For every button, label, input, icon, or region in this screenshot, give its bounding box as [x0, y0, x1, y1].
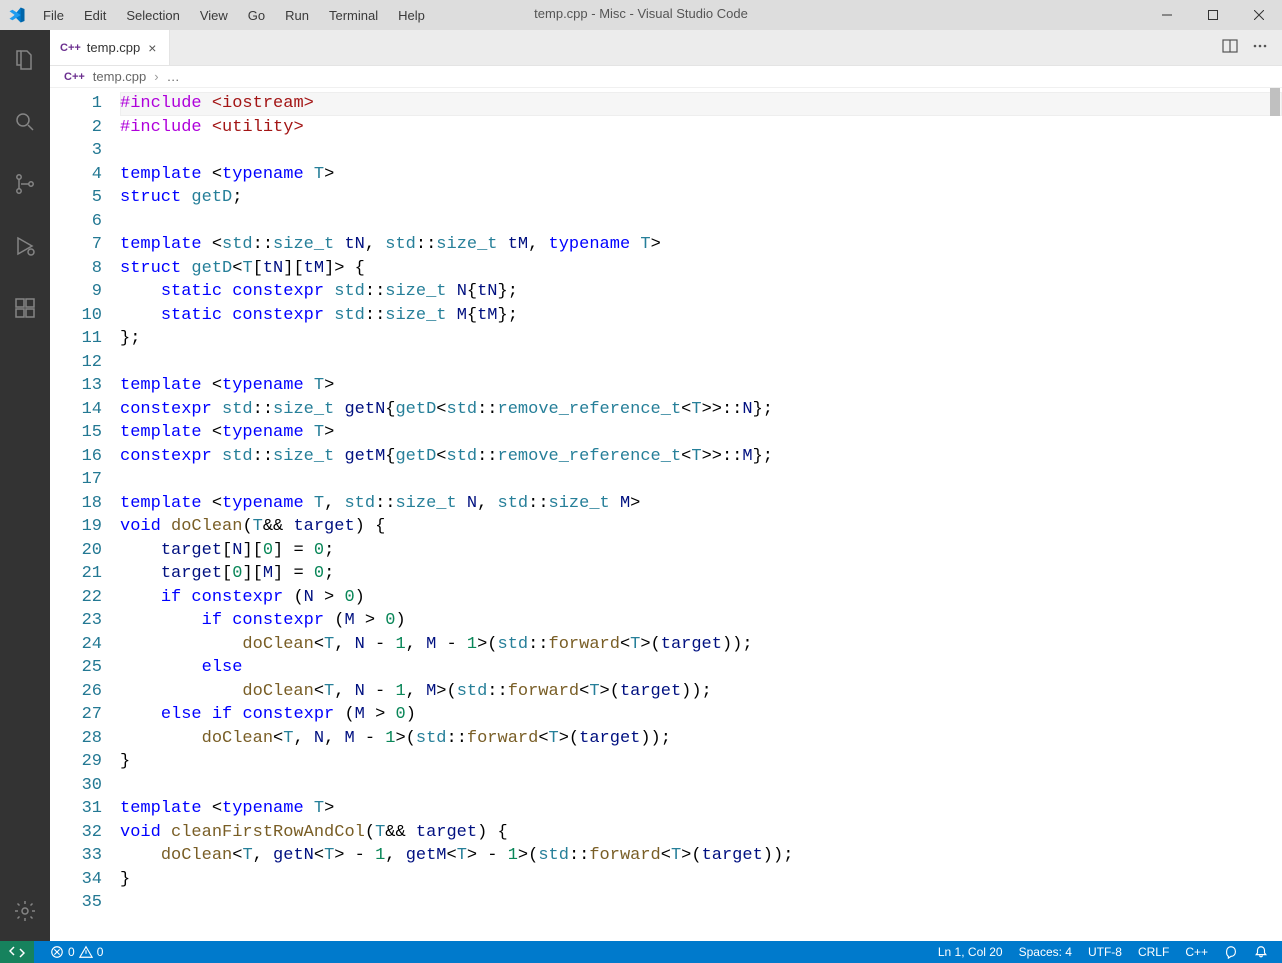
- menu-go[interactable]: Go: [239, 4, 274, 27]
- menu-view[interactable]: View: [191, 4, 237, 27]
- menu-edit[interactable]: Edit: [75, 4, 115, 27]
- language-mode[interactable]: C++: [1185, 945, 1208, 959]
- activity-bar: [0, 30, 50, 941]
- tab-bar-actions: [1222, 30, 1282, 65]
- menu-run[interactable]: Run: [276, 4, 318, 27]
- breadcrumb-rest: …: [167, 69, 180, 84]
- maximize-button[interactable]: [1190, 0, 1236, 30]
- line-number-gutter: 1234567891011121314151617181920212223242…: [50, 88, 120, 941]
- cursor-position[interactable]: Ln 1, Col 20: [938, 945, 1003, 959]
- tab-close-icon[interactable]: ×: [146, 40, 158, 56]
- breadcrumb-separator-icon: ›: [154, 69, 158, 84]
- menu-file[interactable]: File: [34, 4, 73, 27]
- notifications-icon[interactable]: [1254, 945, 1268, 959]
- tab-temp-cpp[interactable]: C++ temp.cpp ×: [50, 30, 170, 65]
- settings-gear-icon[interactable]: [0, 891, 50, 931]
- scrollbar-thumb[interactable]: [1270, 88, 1280, 116]
- problems-status[interactable]: 0 0: [50, 945, 103, 959]
- encoding-status[interactable]: UTF-8: [1088, 945, 1122, 959]
- window-controls: [1144, 0, 1282, 30]
- close-button[interactable]: [1236, 0, 1282, 30]
- breadcrumb[interactable]: C++ temp.cpp › …: [50, 66, 1282, 88]
- editor-region: C++ temp.cpp × C++ temp.cpp › … 12345678…: [50, 30, 1282, 941]
- tab-label: temp.cpp: [87, 40, 140, 55]
- source-control-icon[interactable]: [0, 164, 50, 204]
- code-editor[interactable]: 1234567891011121314151617181920212223242…: [50, 88, 1282, 941]
- eol-status[interactable]: CRLF: [1138, 945, 1169, 959]
- vscode-logo-icon: [0, 6, 34, 24]
- more-actions-icon[interactable]: [1252, 38, 1268, 57]
- error-count: 0: [68, 945, 75, 959]
- warning-count: 0: [97, 945, 104, 959]
- status-bar: 0 0 Ln 1, Col 20 Spaces: 4 UTF-8 CRLF C+…: [0, 941, 1282, 963]
- breadcrumb-lang-badge: C++: [64, 71, 85, 83]
- run-debug-icon[interactable]: [0, 226, 50, 266]
- feedback-icon[interactable]: [1224, 945, 1238, 959]
- menu-terminal[interactable]: Terminal: [320, 4, 387, 27]
- tab-bar: C++ temp.cpp ×: [50, 30, 1282, 66]
- tab-lang-badge: C++: [60, 42, 81, 54]
- search-icon[interactable]: [0, 102, 50, 142]
- extensions-icon[interactable]: [0, 288, 50, 328]
- menu-bar: File Edit Selection View Go Run Terminal…: [34, 4, 434, 27]
- indent-status[interactable]: Spaces: 4: [1019, 945, 1072, 959]
- menu-selection[interactable]: Selection: [117, 4, 188, 27]
- explorer-icon[interactable]: [0, 40, 50, 80]
- remote-indicator-icon[interactable]: [0, 941, 34, 963]
- code-content[interactable]: #include <iostream>#include <utility> te…: [120, 88, 1282, 941]
- scrollbar-track[interactable]: [1268, 88, 1282, 941]
- breadcrumb-file: temp.cpp: [93, 69, 146, 84]
- split-editor-icon[interactable]: [1222, 38, 1238, 57]
- minimize-button[interactable]: [1144, 0, 1190, 30]
- menu-help[interactable]: Help: [389, 4, 434, 27]
- title-bar: File Edit Selection View Go Run Terminal…: [0, 0, 1282, 30]
